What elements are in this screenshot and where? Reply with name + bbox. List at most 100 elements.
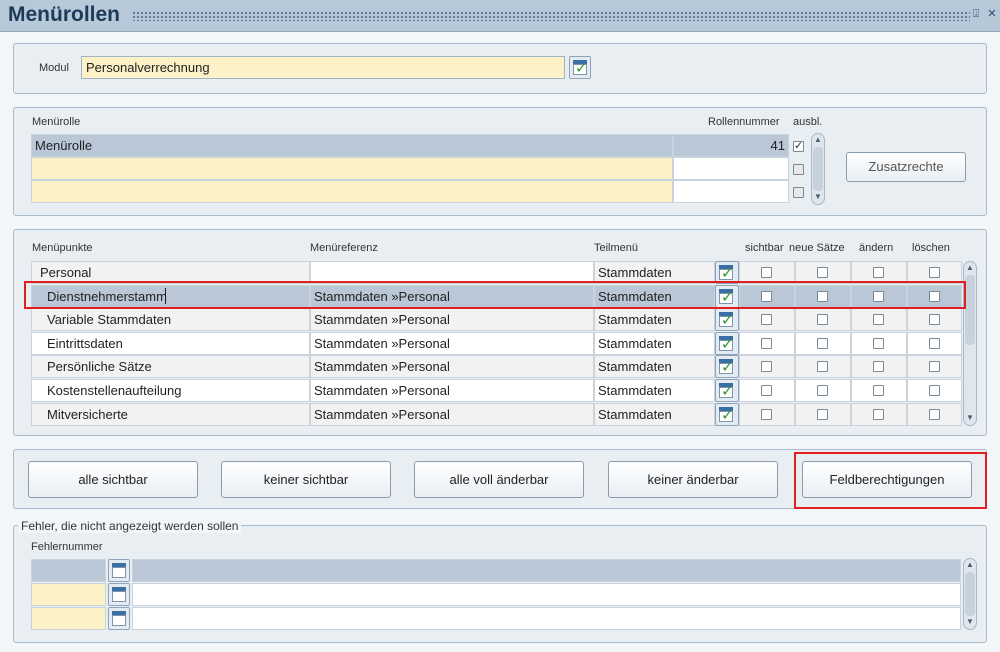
rollen-scrollbar[interactable]: ▲ ▼	[811, 133, 825, 205]
neue-saetze-checkbox[interactable]	[817, 409, 828, 420]
keiner-aenderbar-button[interactable]: keiner änderbar	[608, 461, 778, 498]
fehlernummer-cell[interactable]	[31, 559, 106, 582]
loeschen-checkbox[interactable]	[929, 361, 940, 372]
fehler-lookup-button[interactable]	[108, 583, 130, 606]
neue-saetze-checkbox[interactable]	[817, 385, 828, 396]
loeschen-checkbox[interactable]	[929, 385, 940, 396]
menuereferenz-cell[interactable]: Stammdaten »Personal	[310, 332, 594, 355]
sichtbar-checkbox[interactable]	[761, 291, 772, 302]
modul-field[interactable]: Personalverrechnung	[81, 56, 565, 79]
menuepunkt-cell[interactable]: Persönliche Sätze	[31, 355, 310, 378]
teilmenue-lookup-button[interactable]: ✓	[715, 308, 739, 331]
teilmenue-cell[interactable]: Stammdaten	[594, 261, 715, 284]
teilmenue-cell[interactable]: Stammdaten	[594, 379, 715, 402]
zusatzrechte-button[interactable]: Zusatzrechte	[846, 152, 966, 182]
menuepunkt-cell[interactable]: Personal	[31, 261, 310, 284]
title-bar-grip[interactable]	[132, 11, 970, 21]
rolle-name-cell[interactable]	[31, 157, 673, 180]
teilmenue-lookup-button[interactable]: ✓	[715, 261, 739, 284]
teilmenue-lookup-button[interactable]: ✓	[715, 403, 739, 426]
scroll-down-icon[interactable]: ▼	[965, 413, 975, 423]
menuepunkt-cell[interactable]: Variable Stammdaten	[31, 308, 310, 331]
aendern-checkbox[interactable]	[873, 409, 884, 420]
ausbl-checkbox[interactable]	[793, 187, 804, 198]
close-icon[interactable]: ✕	[986, 7, 998, 21]
menuereferenz-cell[interactable]	[310, 261, 594, 284]
loeschen-checkbox[interactable]	[929, 409, 940, 420]
menuepunkt-cell[interactable]: Dienstnehmerstamm	[31, 285, 310, 308]
teilmenue-cell[interactable]: Stammdaten	[594, 285, 715, 308]
aendern-checkbox[interactable]	[873, 385, 884, 396]
teilmenue-lookup-button[interactable]: ✓	[715, 379, 739, 402]
menuereferenz-cell[interactable]: Stammdaten »Personal	[310, 403, 594, 426]
rolle-number-cell[interactable]	[673, 157, 789, 180]
neue-saetze-checkbox[interactable]	[817, 291, 828, 302]
ausbl-checkbox[interactable]	[793, 164, 804, 175]
neue-saetze-checkbox[interactable]	[817, 314, 828, 325]
scroll-up-icon[interactable]: ▲	[965, 263, 975, 273]
menuereferenz-cell[interactable]: Stammdaten »Personal	[310, 355, 594, 378]
menuereferenz-cell[interactable]: Stammdaten »Personal	[310, 308, 594, 331]
sichtbar-checkbox[interactable]	[761, 409, 772, 420]
col-menuereferenz: Menüreferenz	[310, 242, 378, 254]
loeschen-checkbox[interactable]	[929, 267, 940, 278]
keiner-sichtbar-button[interactable]: keiner sichtbar	[221, 461, 391, 498]
fehler-lookup-button[interactable]	[108, 607, 130, 630]
fehlernummer-cell[interactable]	[31, 607, 106, 630]
rolle-number-cell[interactable]: 41	[673, 134, 789, 157]
ausbl-checkbox[interactable]	[793, 139, 804, 152]
fehler-text-cell[interactable]	[132, 559, 961, 582]
col-rollennummer: Rollennummer	[708, 116, 780, 128]
menuepunkt-cell[interactable]: Mitversicherte	[31, 403, 310, 426]
menuepunkte-panel: Menüpunkte Menüreferenz Teilmenü sichtba…	[13, 229, 987, 436]
sichtbar-checkbox[interactable]	[761, 267, 772, 278]
sichtbar-checkbox[interactable]	[761, 338, 772, 349]
calendar-icon	[112, 591, 126, 602]
fehler-lookup-button[interactable]	[108, 559, 130, 582]
aendern-checkbox[interactable]	[873, 361, 884, 372]
scroll-up-icon[interactable]: ▲	[813, 135, 823, 145]
scroll-down-icon[interactable]: ▼	[965, 617, 975, 627]
minimize-icon[interactable]: ⍗	[970, 7, 982, 21]
teilmenue-cell[interactable]: Stammdaten	[594, 332, 715, 355]
col-fehlernummer: Fehlernummer	[31, 541, 103, 553]
aendern-checkbox[interactable]	[873, 291, 884, 302]
rolle-name-cell[interactable]: Menürolle	[31, 134, 673, 157]
menuepunkt-cell[interactable]: Kostenstellenaufteilung	[31, 379, 310, 402]
sichtbar-checkbox[interactable]	[761, 361, 772, 372]
teilmenue-lookup-button[interactable]: ✓	[715, 332, 739, 355]
menuepunkt-cell[interactable]: Eintrittsdaten	[31, 332, 310, 355]
fehler-scrollbar[interactable]: ▲ ▼	[963, 558, 977, 630]
modul-lookup-button[interactable]: ✓	[569, 56, 591, 79]
fehler-text-cell[interactable]	[132, 607, 961, 630]
teilmenue-lookup-button[interactable]: ✓	[715, 355, 739, 378]
aendern-checkbox[interactable]	[873, 314, 884, 325]
scroll-up-icon[interactable]: ▲	[965, 560, 975, 570]
menuepunkte-scrollbar[interactable]: ▲ ▼	[963, 261, 977, 426]
fehlernummer-cell[interactable]	[31, 583, 106, 606]
loeschen-checkbox[interactable]	[929, 291, 940, 302]
aendern-checkbox[interactable]	[873, 267, 884, 278]
menuereferenz-cell[interactable]: Stammdaten »Personal	[310, 285, 594, 308]
rolle-name-cell[interactable]	[31, 180, 673, 203]
neue-saetze-checkbox[interactable]	[817, 361, 828, 372]
loeschen-checkbox[interactable]	[929, 314, 940, 325]
teilmenue-cell[interactable]: Stammdaten	[594, 355, 715, 378]
teilmenue-lookup-button[interactable]: ✓	[715, 285, 739, 308]
teilmenue-cell[interactable]: Stammdaten	[594, 403, 715, 426]
sichtbar-checkbox[interactable]	[761, 314, 772, 325]
loeschen-checkbox[interactable]	[929, 338, 940, 349]
window-title: Menürollen	[8, 3, 121, 26]
alle-sichtbar-button[interactable]: alle sichtbar	[28, 461, 198, 498]
feldberechtigungen-button[interactable]: Feldberechtigungen	[802, 461, 972, 498]
rolle-number-cell[interactable]	[673, 180, 789, 203]
sichtbar-checkbox[interactable]	[761, 385, 772, 396]
fehler-text-cell[interactable]	[132, 583, 961, 606]
scroll-down-icon[interactable]: ▼	[813, 192, 823, 202]
neue-saetze-checkbox[interactable]	[817, 338, 828, 349]
alle-voll-aenderbar-button[interactable]: alle voll änderbar	[414, 461, 584, 498]
teilmenue-cell[interactable]: Stammdaten	[594, 308, 715, 331]
menuereferenz-cell[interactable]: Stammdaten »Personal	[310, 379, 594, 402]
neue-saetze-checkbox[interactable]	[817, 267, 828, 278]
aendern-checkbox[interactable]	[873, 338, 884, 349]
